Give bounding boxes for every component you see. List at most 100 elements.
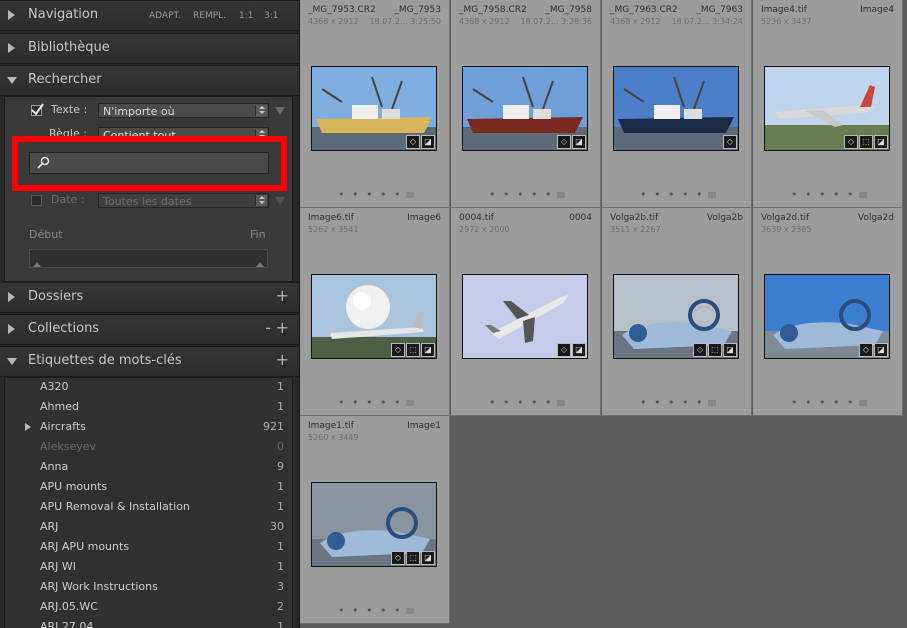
rating-dots[interactable]: • • • • •	[791, 188, 855, 201]
options-triangle-icon[interactable]	[275, 197, 285, 205]
rating-dots[interactable]: • • • • •	[640, 396, 704, 409]
keyword-row[interactable]: Anna 9	[5, 457, 292, 477]
keyword-row[interactable]: Ahmed 1	[5, 397, 292, 417]
thumbnail-cell[interactable]: Volga2d.tif Volga2d 3639 x 2385 ◇ ◪ • • • • •	[753, 208, 903, 416]
expand-triangle-icon[interactable]	[8, 43, 15, 53]
keyword-row[interactable]: A320 1	[5, 378, 292, 397]
keyword-tag-icon[interactable]: ◇	[391, 551, 405, 565]
thumbnail-cell[interactable]: Image4.tif Image4 5236 x 3437 ◇ ⬚ ◪ • • • • •	[753, 0, 903, 208]
crop-icon[interactable]: ⬚	[406, 551, 420, 565]
thumbnail-image[interactable]: ◇ ◪	[764, 274, 890, 359]
keyword-row[interactable]: ARJ 30	[5, 517, 292, 537]
texte-checkbox[interactable]	[31, 103, 44, 116]
expand-triangle-icon[interactable]	[25, 423, 31, 431]
date-range-slider[interactable]	[29, 249, 268, 268]
color-label-icon[interactable]	[557, 192, 565, 198]
rating-dots[interactable]: • • • • •	[338, 188, 402, 201]
develop-adjust-icon[interactable]: ◪	[421, 343, 435, 357]
collapse-triangle-icon[interactable]	[7, 77, 17, 84]
color-label-icon[interactable]	[406, 400, 414, 406]
etiquettes-panel-header[interactable]: Etiquettes de mots-clés +	[0, 346, 299, 377]
nav-rempl-option[interactable]: REMPL.	[193, 11, 226, 21]
keyword-tag-icon[interactable]: ◇	[557, 343, 571, 357]
keyword-tag-icon[interactable]: ◇	[844, 135, 858, 149]
color-label-icon[interactable]	[557, 400, 565, 406]
dossiers-panel-header[interactable]: Dossiers +	[0, 282, 299, 313]
rating-dots[interactable]: • • • • •	[489, 188, 553, 201]
collapse-triangle-icon[interactable]	[7, 358, 17, 365]
nav-adapt-option[interactable]: ADAPT.	[149, 11, 181, 21]
add-collection-plus-icon[interactable]: +	[276, 318, 289, 337]
keyword-row[interactable]: APU mounts 1	[5, 477, 292, 497]
color-label-icon[interactable]	[406, 192, 414, 198]
develop-adjust-icon[interactable]: ◪	[874, 135, 888, 149]
nav-1to1-option[interactable]: 1:1	[239, 11, 253, 21]
remove-collection-minus-icon[interactable]: -	[265, 318, 271, 337]
color-label-icon[interactable]	[406, 608, 414, 614]
thumbnail-cell[interactable]: Image6.tif Image6 5262 x 3541 ◇ ⬚ ◪ • • • • •	[300, 208, 450, 416]
keyword-row[interactable]: ARJ.05.WC 2	[5, 597, 292, 617]
develop-adjust-icon[interactable]: ◪	[874, 343, 888, 357]
thumbnail-image[interactable]: ◇	[613, 66, 739, 151]
rating-dots[interactable]: • • • • •	[791, 396, 855, 409]
thumbnail-image[interactable]: ◇ ◪	[311, 66, 437, 151]
keyword-row[interactable]: ARJ APU mounts 1	[5, 537, 292, 557]
rating-dots[interactable]: • • • • •	[338, 396, 402, 409]
keyword-tag-icon[interactable]: ◇	[557, 135, 571, 149]
crop-icon[interactable]: ⬚	[859, 135, 873, 149]
keyword-row[interactable]: Aircrafts 921	[5, 417, 292, 437]
expand-triangle-icon[interactable]	[8, 292, 15, 302]
start-handle-icon[interactable]	[33, 262, 41, 267]
thumbnail-cell[interactable]: _MG_7953.CR2 _MG_7953 4368 x 2912 18.07.2..…	[300, 0, 450, 208]
color-label-icon[interactable]	[708, 192, 716, 198]
thumbnail-image[interactable]: ◇ ⬚ ◪	[311, 482, 437, 567]
keyword-row[interactable]: ARJ.27.04 1	[5, 617, 292, 628]
keyword-tag-icon[interactable]: ◇	[859, 343, 873, 357]
thumbnail-image[interactable]: ◇ ◪	[462, 66, 588, 151]
options-triangle-icon[interactable]	[275, 107, 285, 115]
color-label-icon[interactable]	[859, 192, 867, 198]
keyword-row[interactable]: ARJ WI 1	[5, 557, 292, 577]
nav-3to1-option[interactable]: 3:1	[264, 11, 278, 21]
thumbnail-image[interactable]: ◇ ⬚ ◪	[613, 274, 739, 359]
develop-adjust-icon[interactable]: ◪	[421, 551, 435, 565]
thumbnail-image[interactable]: ◇ ⬚ ◪	[764, 66, 890, 151]
rating-dots[interactable]: • • • • •	[489, 396, 553, 409]
keyword-tag-icon[interactable]: ◇	[391, 343, 405, 357]
end-handle-icon[interactable]	[256, 262, 264, 267]
keyword-tag-icon[interactable]: ◇	[723, 135, 737, 149]
keyword-row[interactable]: Alekseyev 0	[5, 437, 292, 457]
bibliotheque-panel-header[interactable]: Bibliothèque	[0, 33, 299, 64]
thumbnail-cell[interactable]: Image1.tif Image1 5260 x 3449 ◇ ⬚ ◪ • • • • •	[300, 416, 450, 624]
develop-adjust-icon[interactable]: ◪	[723, 343, 737, 357]
rating-dots[interactable]: • • • • •	[640, 188, 704, 201]
rechercher-panel-header[interactable]: Rechercher	[0, 65, 299, 96]
thumbnail-cell[interactable]: Volga2b.tif Volga2b 3511 x 2267 ◇ ⬚ ◪ • • • • …	[602, 208, 752, 416]
develop-adjust-icon[interactable]: ◪	[421, 135, 435, 149]
collections-panel-header[interactable]: Collections - +	[0, 314, 299, 345]
keyword-row[interactable]: APU Removal & Installation 1	[5, 497, 292, 517]
thumbnail-image[interactable]: ◇ ⬚ ◪	[311, 274, 437, 359]
color-label-icon[interactable]	[859, 400, 867, 406]
develop-adjust-icon[interactable]: ◪	[572, 343, 586, 357]
rating-dots[interactable]: • • • • •	[338, 604, 402, 617]
date-checkbox[interactable]	[31, 195, 42, 206]
develop-adjust-icon[interactable]: ◪	[572, 135, 586, 149]
color-label-icon[interactable]	[708, 400, 716, 406]
thumbnail-cell[interactable]: _MG_7958.CR2 _MG_7958 4368 x 2912 18.07.2..…	[451, 0, 601, 208]
keyword-tag-icon[interactable]: ◇	[406, 135, 420, 149]
add-folder-plus-icon[interactable]: +	[276, 286, 289, 305]
crop-icon[interactable]: ⬚	[708, 343, 722, 357]
thumbnail-image[interactable]: ◇ ◪	[462, 274, 588, 359]
thumbnail-cell[interactable]: _MG_7963.CR2 _MG_7963 4368 x 2912 18.07.2..…	[602, 0, 752, 208]
expand-triangle-icon[interactable]	[8, 324, 15, 334]
date-dropdown[interactable]: Toutes les dates	[98, 193, 269, 208]
keyword-row[interactable]: ARJ Work Instructions 3	[5, 577, 292, 597]
thumbnail-cell[interactable]: 0004.tif 0004 2972 x 2000 ◇ ◪ • • • • •	[451, 208, 601, 416]
expand-triangle-icon[interactable]	[8, 10, 15, 20]
navigation-panel-header[interactable]: Navigation ADAPT. REMPL. 1:1 3:1	[0, 0, 299, 31]
keyword-tag-icon[interactable]: ◇	[693, 343, 707, 357]
texte-scope-dropdown[interactable]: N'importe où	[98, 103, 269, 118]
crop-icon[interactable]: ⬚	[406, 343, 420, 357]
add-keyword-plus-icon[interactable]: +	[276, 350, 289, 369]
